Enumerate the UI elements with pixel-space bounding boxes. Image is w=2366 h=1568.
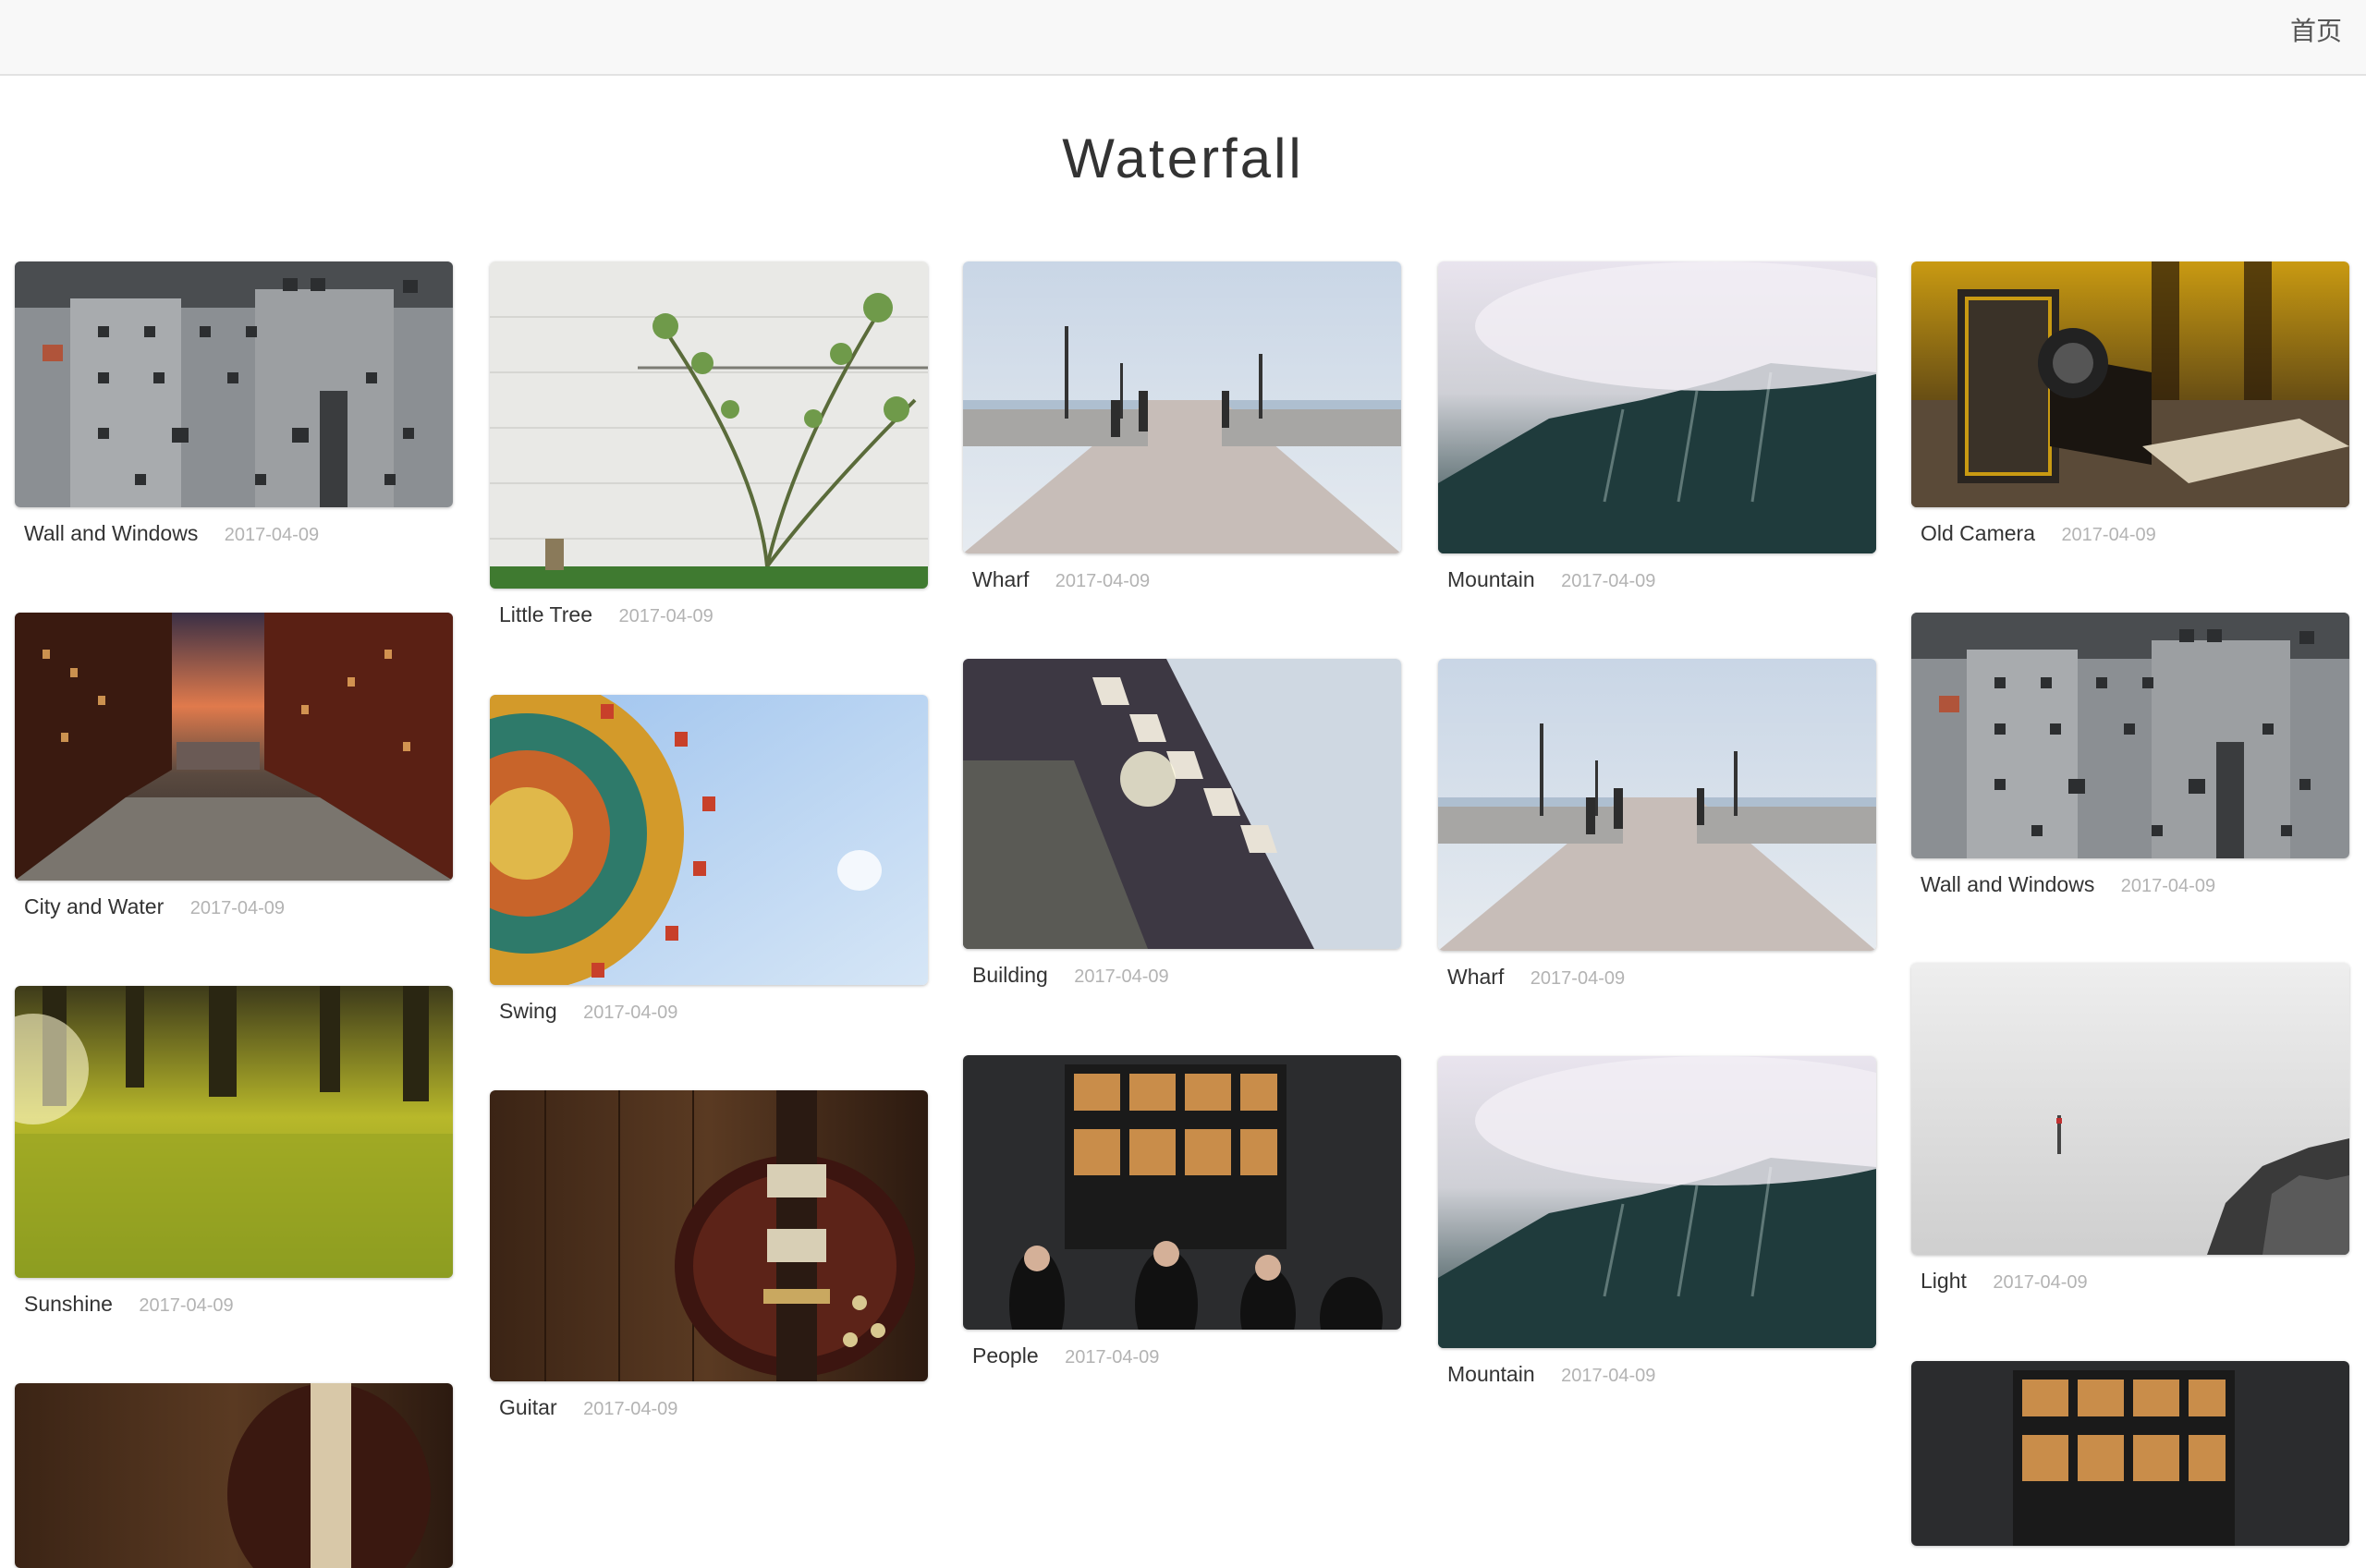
guitar-image[interactable] xyxy=(15,1383,453,1568)
photo-title: Guitar xyxy=(499,1395,557,1419)
photo-caption: Wharf 2017-04-09 xyxy=(1438,951,1876,1003)
photo-card[interactable]: Mountain 2017-04-09 xyxy=(1438,1056,1876,1400)
light-image[interactable] xyxy=(1911,963,2349,1255)
photo-date: 2017-04-09 xyxy=(1561,1366,1656,1386)
photo-caption: Wall and Windows 2017-04-09 xyxy=(15,507,453,559)
photo-date: 2017-04-09 xyxy=(583,1003,678,1023)
sunshine-image[interactable] xyxy=(15,986,453,1278)
photo-card[interactable] xyxy=(1911,1361,2349,1546)
photo-caption: Little Tree 2017-04-09 xyxy=(490,589,928,640)
photo-caption: Old Camera 2017-04-09 xyxy=(1911,507,2349,559)
photo-caption: Building 2017-04-09 xyxy=(963,949,1401,1001)
wharf-image[interactable] xyxy=(963,261,1401,553)
city-and-water-image[interactable] xyxy=(15,613,453,881)
mountain-image[interactable] xyxy=(1438,261,1876,553)
photo-card[interactable]: Wall and Windows 2017-04-09 xyxy=(15,261,453,559)
photo-caption: Sunshine 2017-04-09 xyxy=(15,1278,453,1330)
old-camera-image[interactable] xyxy=(1911,261,2349,507)
photo-title: Wharf xyxy=(972,567,1030,591)
photo-title: Wall and Windows xyxy=(24,521,199,545)
nav-home-link[interactable]: 首页 xyxy=(2290,15,2342,48)
photo-card[interactable]: Swing 2017-04-09 xyxy=(490,695,928,1037)
photo-title: Old Camera xyxy=(1921,521,2035,545)
mountain-image[interactable] xyxy=(1438,1056,1876,1348)
photo-title: City and Water xyxy=(24,894,165,918)
photo-date: 2017-04-09 xyxy=(1055,571,1151,591)
photo-card[interactable]: Sunshine 2017-04-09 xyxy=(15,986,453,1330)
photo-card[interactable]: Little Tree 2017-04-09 xyxy=(490,261,928,640)
photo-date: 2017-04-09 xyxy=(1065,1347,1160,1367)
photo-caption: Guitar 2017-04-09 xyxy=(490,1381,928,1433)
photo-card[interactable]: Wall and Windows 2017-04-09 xyxy=(1911,613,2349,910)
photo-card[interactable]: City and Water 2017-04-09 xyxy=(15,613,453,932)
photo-date: 2017-04-09 xyxy=(2120,876,2216,896)
little-tree-image[interactable] xyxy=(490,261,928,589)
photo-date: 2017-04-09 xyxy=(618,606,713,626)
photo-date: 2017-04-09 xyxy=(2061,525,2156,545)
photo-card[interactable]: Guitar 2017-04-09 xyxy=(490,1090,928,1433)
photo-card[interactable]: People 2017-04-09 xyxy=(963,1055,1401,1381)
photo-title: Building xyxy=(972,963,1048,987)
photo-title: People xyxy=(972,1343,1039,1367)
photo-caption: Swing 2017-04-09 xyxy=(490,985,928,1037)
photo-date: 2017-04-09 xyxy=(139,1295,234,1316)
top-navbar: 首页 xyxy=(0,0,2366,76)
photo-date: 2017-04-09 xyxy=(189,898,286,918)
photo-caption: Mountain 2017-04-09 xyxy=(1438,1348,1876,1400)
photo-title: Little Tree xyxy=(499,602,592,626)
wall-and-windows-image[interactable] xyxy=(15,261,453,507)
page-title: Waterfall xyxy=(1062,128,1304,189)
people-image[interactable] xyxy=(963,1055,1401,1330)
photo-caption: Light 2017-04-09 xyxy=(1911,1255,2349,1307)
photo-card[interactable]: Wharf 2017-04-09 xyxy=(1438,659,1876,1003)
photo-title: Wharf xyxy=(1447,965,1505,989)
building-image[interactable] xyxy=(963,659,1401,949)
photo-card[interactable] xyxy=(15,1383,453,1568)
photo-card[interactable]: Mountain 2017-04-09 xyxy=(1438,261,1876,605)
photo-caption: City and Water 2017-04-09 xyxy=(15,881,453,932)
guitar-image[interactable] xyxy=(490,1090,928,1381)
photo-card[interactable]: Building 2017-04-09 xyxy=(963,659,1401,1001)
photo-card[interactable]: Wharf 2017-04-09 xyxy=(963,261,1401,605)
photo-date: 2017-04-09 xyxy=(224,525,320,545)
photo-caption: People 2017-04-09 xyxy=(963,1330,1401,1381)
photo-title: Wall and Windows xyxy=(1921,872,2095,896)
photo-date: 2017-04-09 xyxy=(1561,571,1656,591)
photo-card[interactable]: Old Camera 2017-04-09 xyxy=(1911,261,2349,559)
wharf-image[interactable] xyxy=(1438,659,1876,951)
photo-card[interactable]: Light 2017-04-09 xyxy=(1911,963,2349,1307)
photo-title: Light xyxy=(1921,1269,1967,1293)
swing-image[interactable] xyxy=(490,695,928,985)
photo-caption: Wharf 2017-04-09 xyxy=(963,553,1401,605)
wall-and-windows-image[interactable] xyxy=(1911,613,2349,858)
people-image[interactable] xyxy=(1911,1361,2349,1546)
photo-title: Mountain xyxy=(1447,1362,1535,1386)
photo-caption: Mountain 2017-04-09 xyxy=(1438,553,1876,605)
photo-title: Mountain xyxy=(1447,567,1535,591)
photo-date: 2017-04-09 xyxy=(1993,1272,2088,1293)
photo-title: Swing xyxy=(499,999,557,1023)
photo-date: 2017-04-09 xyxy=(1530,968,1626,989)
photo-title: Sunshine xyxy=(24,1292,113,1316)
photo-date: 2017-04-09 xyxy=(1074,966,1169,987)
photo-caption: Wall and Windows 2017-04-09 xyxy=(1911,858,2349,910)
photo-date: 2017-04-09 xyxy=(583,1399,678,1419)
